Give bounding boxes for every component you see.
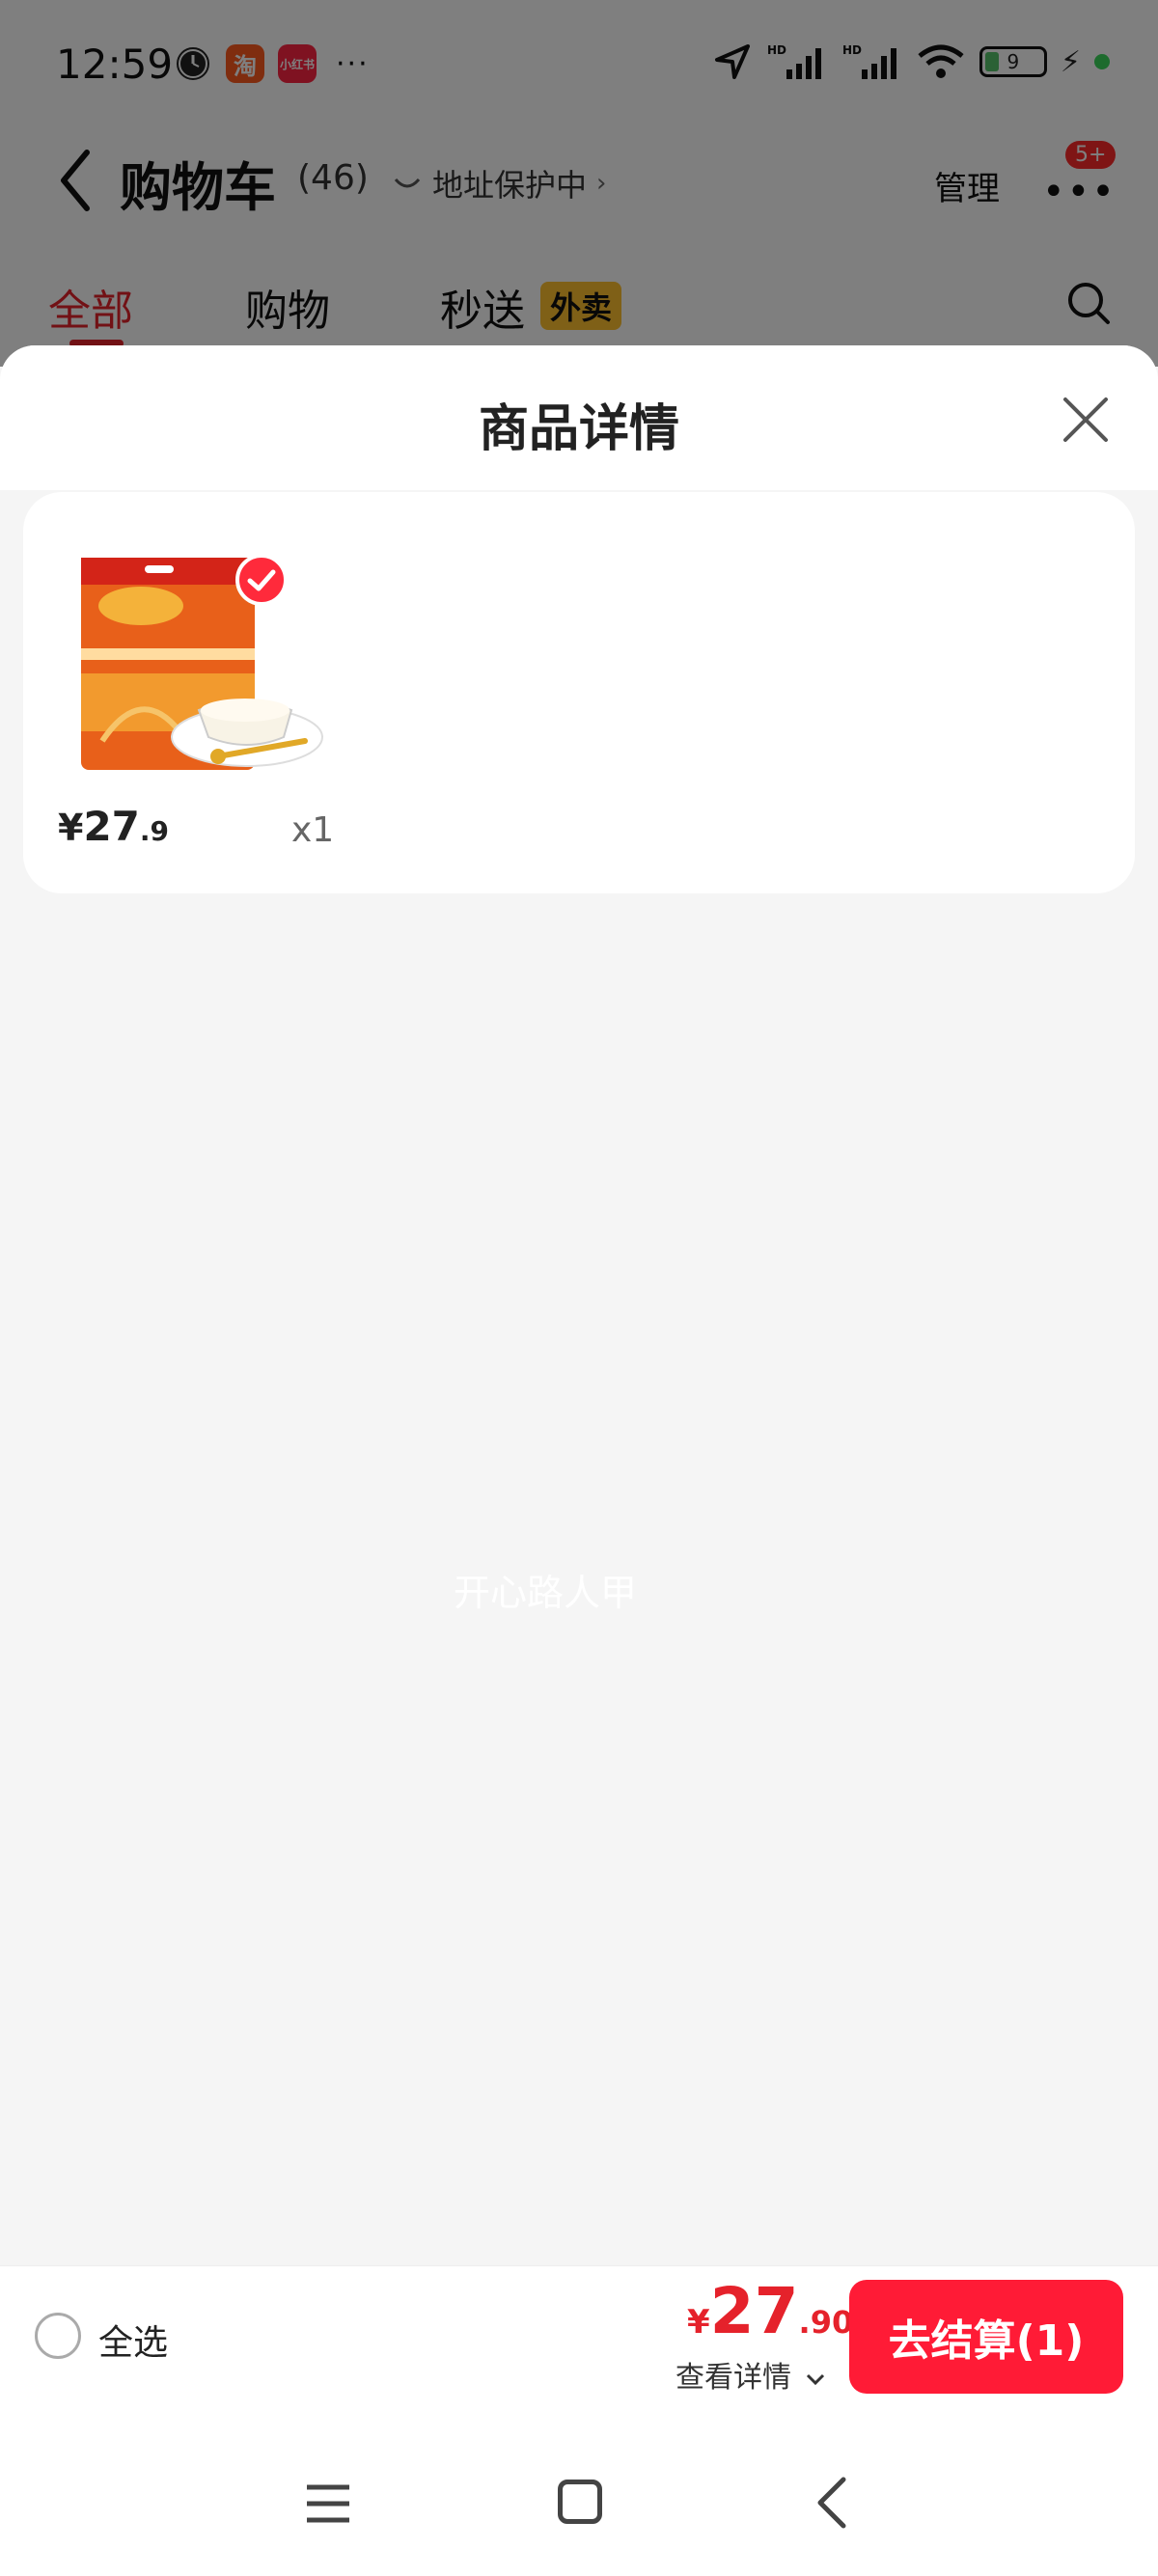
total-integer: 27 xyxy=(709,2274,799,2348)
home-icon[interactable] xyxy=(558,2480,602,2524)
total-price: ¥27.90 xyxy=(687,2274,853,2348)
checkout-bar: 全选 ¥27.90 查看详情 去结算(1) xyxy=(0,2265,1158,2406)
select-all-label[interactable]: 全选 xyxy=(98,2315,168,2365)
product-price: ¥27.9 xyxy=(58,803,169,850)
product-quantity: x1 xyxy=(291,810,335,850)
recent-apps-icon[interactable] xyxy=(303,2481,353,2526)
watermark: 开心路人甲 xyxy=(453,1572,637,1614)
selected-check-icon[interactable] xyxy=(235,554,288,606)
select-all-checkbox[interactable] xyxy=(35,2313,81,2359)
price-integer: 27 xyxy=(83,803,140,850)
modal-overlay[interactable] xyxy=(0,0,1158,367)
close-icon[interactable] xyxy=(1060,394,1112,446)
view-details-link[interactable]: 查看详情 xyxy=(676,2353,826,2396)
view-details-label: 查看详情 xyxy=(676,2361,791,2395)
price-currency: ¥ xyxy=(58,807,84,849)
sheet-title: 商品详情 xyxy=(478,400,679,458)
product-details-sheet: 商品详情 ¥27.9 x1 开心路人甲 xyxy=(0,345,1158,2265)
chevron-down-icon xyxy=(806,2373,824,2386)
product-card[interactable]: ¥27.9 x1 xyxy=(23,492,1135,893)
total-currency: ¥ xyxy=(687,2303,710,2342)
price-decimal: .9 xyxy=(139,815,170,847)
nav-back-icon[interactable] xyxy=(813,2476,851,2530)
total-decimal: .90 xyxy=(798,2304,854,2341)
sheet-header: 商品详情 xyxy=(0,345,1158,490)
system-nav-bar xyxy=(0,2406,1158,2576)
checkout-button[interactable]: 去结算(1) xyxy=(849,2280,1123,2394)
